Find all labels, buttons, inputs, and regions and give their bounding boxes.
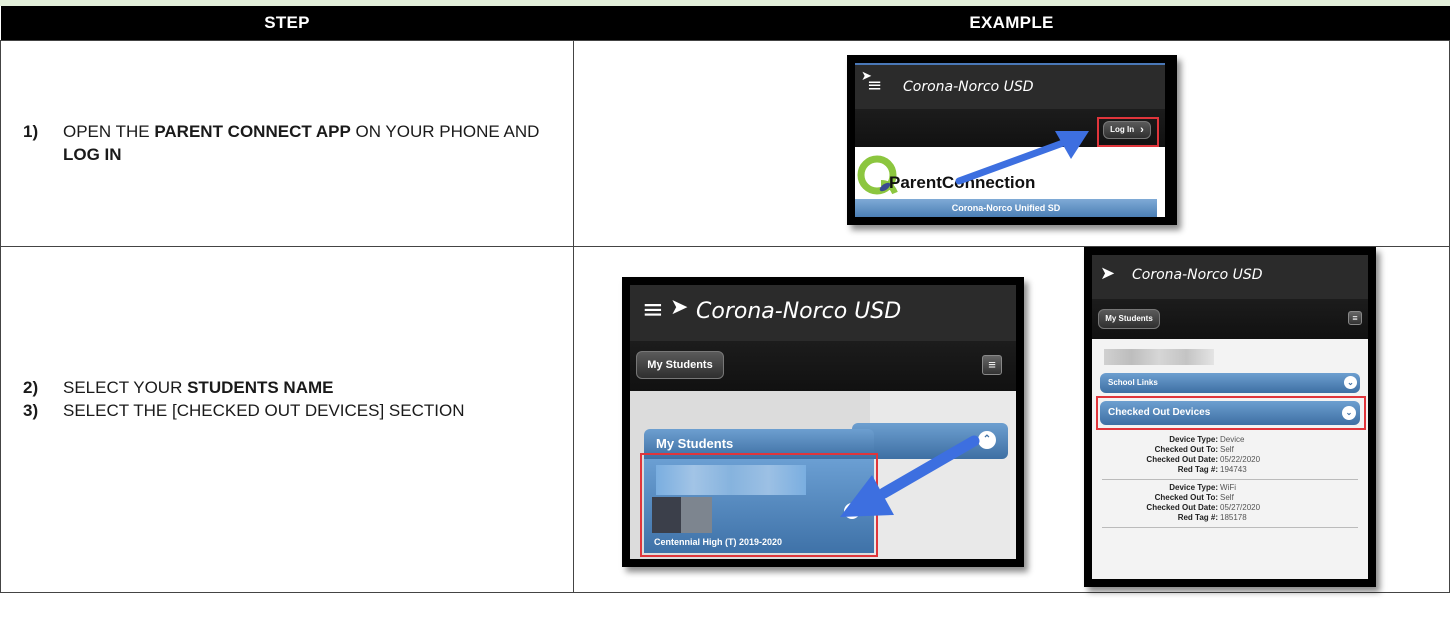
step-text-bold: LOG IN: [63, 145, 122, 164]
school-links-label: School Links: [1108, 378, 1158, 387]
checked-out-highlight-box: [1096, 395, 1366, 430]
district-banner: Corona-Norco Unified SD: [855, 198, 1157, 217]
device-type-line: Device Type: WiFi: [1128, 483, 1358, 493]
panel-title: My Students: [656, 436, 734, 451]
table-row: 1) OPEN THE PARENT CONNECT APP ON YOUR P…: [0, 39, 1450, 247]
field-label: Checked Out To:: [1154, 444, 1218, 454]
device-list: Device Type: Device Checked Out To: Self C…: [1092, 433, 1368, 528]
my-students-label: My Students: [647, 358, 713, 371]
app-title: Corona-Norco USD: [1132, 266, 1263, 283]
field-value: Self: [1220, 444, 1234, 454]
app-title: Corona-Norco USD: [696, 298, 902, 324]
red-tag-line: Red Tag #: 185178: [1128, 513, 1358, 523]
field-value: Device: [1220, 434, 1245, 444]
list-item: Device Type: WiFi Checked Out To: Self Che…: [1102, 480, 1358, 528]
step-number: 2): [23, 378, 39, 397]
step-2-text: SELECT YOUR STUDENTS NAME: [63, 376, 553, 399]
field-value: 185178: [1220, 512, 1247, 522]
checked-out-to-line: Checked Out To: Self: [1128, 445, 1358, 455]
step-text-bold: STUDENTS NAME: [187, 378, 334, 397]
step-text-bold: PARENT CONNECT APP: [154, 122, 351, 141]
field-label: Red Tag #:: [1177, 512, 1218, 522]
cursor-icon: ➤: [670, 294, 689, 320]
app-header-bar: ≡ ➤ Corona-Norco USD: [630, 284, 1016, 341]
field-value: 05/27/2020: [1220, 502, 1261, 512]
step-cell-2: 2) SELECT YOUR STUDENTS NAME 3) SELECT T…: [0, 245, 574, 593]
field-label: Checked Out Date:: [1146, 454, 1218, 464]
district-banner-text: Corona-Norco Unified SD: [951, 202, 1061, 213]
my-students-screenshot: ≡ ➤ Corona-Norco USD My Students ≡ ⌃ My …: [622, 276, 1024, 567]
field-value: 194743: [1220, 464, 1247, 474]
my-students-button[interactable]: My Students: [1098, 308, 1160, 329]
instruction-table: STEP EXAMPLE 1) OPEN THE PARENT CONNECT …: [0, 6, 1450, 593]
my-students-button[interactable]: My Students: [636, 350, 724, 379]
menu-icon[interactable]: ≡: [982, 354, 1002, 375]
step-cell-1: 1) OPEN THE PARENT CONNECT APP ON YOUR P…: [0, 39, 574, 247]
chevron-down-icon[interactable]: ⌄: [1344, 375, 1357, 389]
red-tag-line: Red Tag #: 194743: [1128, 465, 1358, 475]
list-item: Device Type: Device Checked Out To: Self C…: [1102, 433, 1358, 480]
app-title: Corona-Norco USD: [903, 78, 1034, 95]
device-type-line: Device Type: Device: [1128, 435, 1358, 445]
checked-out-date-line: Checked Out Date: 05/22/2020: [1128, 455, 1358, 465]
field-label: Checked Out Date:: [1146, 502, 1218, 512]
step-text-part: ON YOUR PHONE AND: [350, 122, 540, 141]
step-1: 1) OPEN THE PARENT CONNECT APP ON YOUR P…: [23, 120, 553, 166]
step-3: 3) SELECT THE [CHECKED OUT DEVICES] SECT…: [23, 399, 553, 422]
hamburger-menu-icon[interactable]: ≡: [867, 75, 882, 96]
field-label: Checked Out To:: [1154, 492, 1218, 502]
field-label: Device Type:: [1169, 434, 1218, 444]
login-highlight-box: [1097, 116, 1159, 147]
field-value: 05/22/2020: [1220, 454, 1261, 464]
my-students-label: My Students: [1105, 314, 1153, 323]
cursor-icon: ➤: [1100, 262, 1116, 284]
header-example: EXAMPLE: [573, 6, 1450, 40]
school-links-bar[interactable]: School Links: [1100, 372, 1360, 393]
checked-out-date-line: Checked Out Date: 05/27/2020: [1128, 503, 1358, 513]
table-header-row: STEP EXAMPLE: [0, 6, 1450, 40]
field-label: Red Tag #:: [1177, 464, 1218, 474]
app-header-bar: ➤ Corona-Norco USD: [1092, 254, 1368, 299]
pointer-arrow-icon: [840, 435, 980, 517]
checked-out-devices-screenshot: ➤ Corona-Norco USD My Students ≡ School …: [1084, 246, 1376, 587]
step-1-text: OPEN THE PARENT CONNECT APP ON YOUR PHON…: [63, 120, 553, 166]
login-screenshot: ➤ ≡ Corona-Norco USD Log In › Corona-Nor…: [847, 54, 1177, 225]
field-value: Self: [1220, 492, 1234, 502]
step-2: 2) SELECT YOUR STUDENTS NAME: [23, 376, 553, 399]
checked-out-to-line: Checked Out To: Self: [1128, 493, 1358, 503]
step-3-text: SELECT THE [CHECKED OUT DEVICES] SECTION: [63, 401, 465, 420]
example-cell-2: ≡ ➤ Corona-Norco USD My Students ≡ ⌃ My …: [573, 245, 1450, 593]
blurred-student-name: [1104, 348, 1214, 365]
step-number: 3): [23, 401, 39, 420]
step-text-part: OPEN THE: [63, 122, 155, 141]
step-text-part: SELECT YOUR: [63, 378, 188, 397]
field-label: Device Type:: [1169, 482, 1218, 492]
menu-icon[interactable]: ≡: [1348, 310, 1362, 325]
step-number: 1): [23, 122, 39, 141]
example-cell-1: ➤ ≡ Corona-Norco USD Log In › Corona-Nor…: [573, 39, 1450, 247]
app-header-bar: ➤ ≡ Corona-Norco USD: [855, 62, 1165, 109]
hamburger-menu-icon[interactable]: ≡: [642, 295, 664, 325]
pointer-arrow-icon: [955, 130, 1089, 184]
field-value: WiFi: [1220, 482, 1236, 492]
header-step: STEP: [0, 6, 574, 40]
table-row: 2) SELECT YOUR STUDENTS NAME 3) SELECT T…: [0, 245, 1450, 593]
